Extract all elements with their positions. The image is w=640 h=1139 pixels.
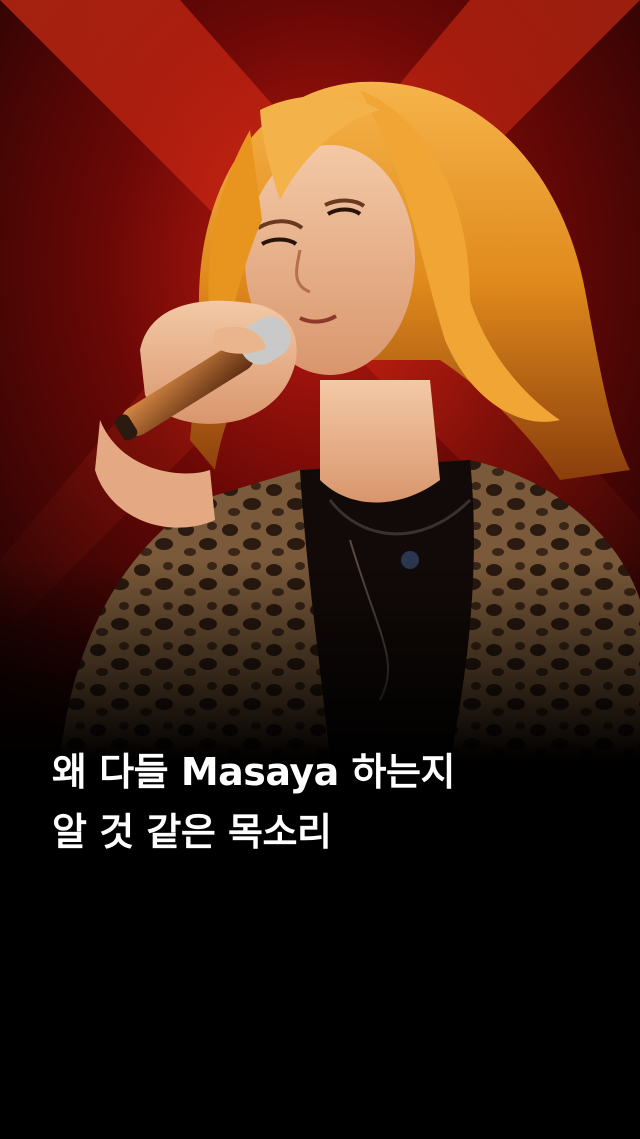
caption-line-1: 왜 다들 Masaya 하는지: [52, 750, 455, 794]
caption-line-2: 알 것 같은 목소리: [52, 810, 332, 854]
story-frame[interactable]: 왜 다들 Masaya 하는지 알 것 같은 목소리: [0, 0, 640, 1139]
singer-photo: [0, 0, 640, 760]
post-caption: 왜 다들 Masaya 하는지 알 것 같은 목소리: [52, 742, 612, 862]
